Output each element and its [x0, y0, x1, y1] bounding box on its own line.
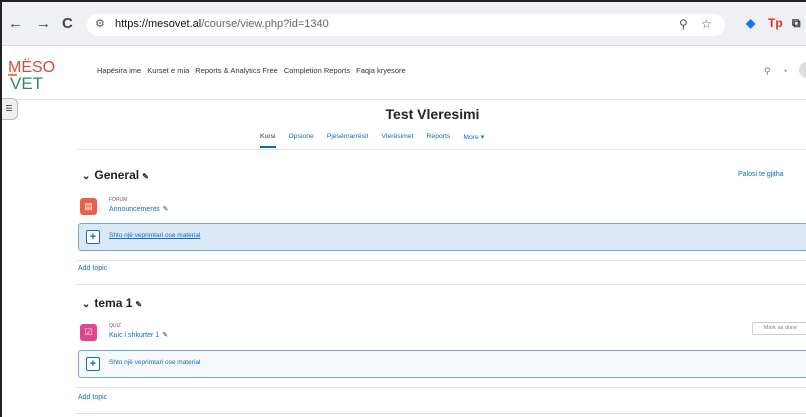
forward-icon[interactable]: →	[36, 16, 51, 32]
add-activity-box[interactable]: + Shto një veprimtari ose material	[78, 223, 806, 251]
site-info-icon[interactable]: ⚙	[95, 17, 105, 30]
section-title: General	[94, 168, 140, 182]
browser-window: ← → C ⚙ https://mesovet.al/course/view.p…	[0, 0, 806, 417]
add-activity-link[interactable]: Shto një veprimtari ose material	[109, 232, 200, 239]
chevron-down-icon[interactable]: ⌄	[82, 171, 90, 182]
section-tema1-header[interactable]: ⌄ tema 1 ✎	[82, 296, 142, 310]
tabs-divider	[75, 149, 806, 150]
nav-item-reports-analytics[interactable]: Reports & Analytics Free	[195, 66, 278, 75]
site-header: MËSO VET Hapësira ime Kurset e mia Repor…	[2, 46, 806, 100]
browser-toolbar: ← → C ⚙ https://mesovet.al/course/view.p…	[2, 2, 806, 46]
add-activity-link[interactable]: Shto një veprimtari ose material	[109, 359, 200, 366]
course-tabs: Kursi Opsione Pjesëmarrësit Vlerësimet R…	[260, 133, 484, 148]
section-title: tema 1	[94, 296, 133, 310]
extension-icon[interactable]: ◆	[746, 16, 755, 30]
tab-grades[interactable]: Vlerësimet	[381, 133, 413, 148]
add-topic-link[interactable]: Add topic	[78, 394, 107, 401]
plus-icon[interactable]: +	[86, 230, 100, 244]
activity-type: FORUM	[109, 197, 128, 203]
url-text: https://mesovet.al/course/view.php?id=13…	[115, 18, 329, 30]
activity-link[interactable]: Kuic i shkurter 1 ✎	[109, 331, 168, 339]
activity-link[interactable]: Announcements ✎	[109, 205, 168, 213]
add-topic-link[interactable]: Add topic	[78, 265, 107, 272]
divider	[75, 284, 806, 285]
page-title: Test Vleresimi	[385, 106, 480, 122]
plus-icon[interactable]: +	[86, 357, 100, 371]
section-general-header[interactable]: ⌄ General ✎	[82, 168, 149, 182]
extension-tp-icon[interactable]: Tp	[768, 16, 783, 30]
address-bar[interactable]: ⚙ https://mesovet.al/course/view.php?id=…	[87, 14, 725, 36]
search-icon[interactable]: ⚲	[764, 66, 771, 77]
mesovet-logo[interactable]: MËSO VET	[8, 55, 64, 91]
activity-type: QUIZ	[109, 323, 121, 329]
nav-item-home[interactable]: Faqja kryesore	[356, 66, 406, 75]
tab-course[interactable]: Kursi	[260, 133, 276, 148]
tab-more[interactable]: More ▾	[463, 133, 484, 148]
activity-forum: ▤ FORUM Announcements ✎	[78, 196, 806, 222]
pencil-icon[interactable]: ✎	[142, 172, 149, 181]
notifications-icon[interactable]: ◔	[782, 66, 787, 76]
mark-as-done-button[interactable]: Mark as done	[752, 322, 806, 335]
pencil-icon[interactable]: ✎	[162, 332, 168, 339]
collapse-all-link[interactable]: Palosi te gjitha	[738, 171, 784, 178]
quiz-icon: ☑	[80, 324, 97, 341]
tab-reports[interactable]: Reports	[427, 133, 451, 148]
activity-quiz: ☑ QUIZ Kuic i shkurter 1 ✎ Mark as done	[78, 322, 806, 348]
bookmark-star-icon[interactable]: ☆	[701, 17, 712, 31]
divider	[75, 260, 806, 261]
back-icon[interactable]: ←	[8, 16, 23, 32]
logo-bottom-text: VET	[10, 74, 43, 91]
divider	[75, 387, 806, 388]
avatar[interactable]	[799, 62, 806, 78]
divider	[75, 413, 806, 414]
forum-icon: ▤	[80, 198, 97, 215]
url-domain: https://mesovet.al	[115, 18, 202, 30]
nav-item-dashboard[interactable]: Hapësira ime	[97, 66, 141, 75]
url-path: /course/view.php?id=1340	[201, 18, 329, 30]
primary-nav: Hapësira ime Kurset e mia Reports & Anal…	[97, 66, 406, 75]
nav-item-my-courses[interactable]: Kurset e mia	[147, 66, 189, 75]
add-activity-box[interactable]: + Shto një veprimtari ose material	[78, 350, 806, 378]
activity-name[interactable]: Announcements	[109, 206, 160, 213]
chevron-down-icon[interactable]: ⌄	[82, 299, 90, 310]
extensions-puzzle-icon[interactable]: ⧉	[792, 16, 801, 31]
activity-name[interactable]: Kuic i shkurter 1	[109, 332, 159, 339]
pencil-icon[interactable]: ✎	[163, 206, 169, 213]
pencil-icon[interactable]: ✎	[135, 300, 142, 309]
reload-icon[interactable]: C	[62, 16, 73, 32]
nav-item-completion-reports[interactable]: Completion Reports	[284, 66, 350, 75]
tab-settings[interactable]: Opsione	[289, 133, 314, 148]
zoom-icon[interactable]: ⚲	[679, 17, 688, 31]
tab-participants[interactable]: Pjesëmarrësit	[327, 133, 369, 148]
